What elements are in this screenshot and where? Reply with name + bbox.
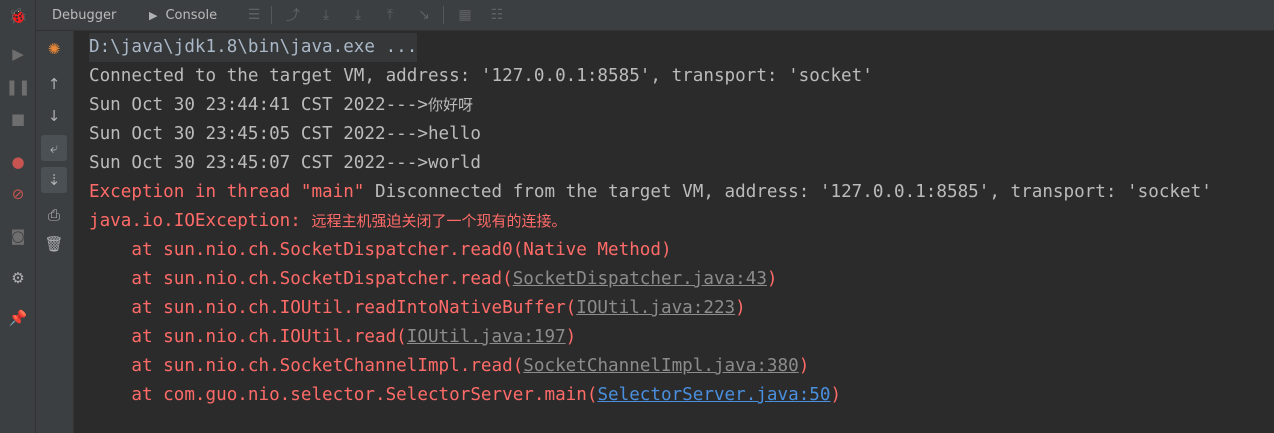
source-file-link[interactable]: IOUtil.java:197 [407, 327, 566, 347]
debug-tab-bar: Debugger ▶ Console ☰ ⤴ ⤓ ⤓ ⤒ ↘ ▦ ☷ [36, 0, 1274, 31]
stack-frame-close: ) [830, 385, 842, 405]
camera-icon[interactable]: ◙ [6, 224, 30, 248]
toolbar-separator [443, 6, 444, 24]
pin-icon[interactable]: 📌 [6, 306, 30, 330]
toolbar-separator [271, 6, 272, 24]
scroll-to-end-icon[interactable]: ⇣ [41, 167, 67, 193]
stack-trace-line: at com.guo.nio.selector.SelectorServer.m… [89, 381, 841, 410]
tab-debugger[interactable]: Debugger [52, 0, 116, 31]
ioexception-prefix: java.io.IOException: [89, 211, 312, 231]
up-arrow-icon[interactable]: ↑ [41, 71, 67, 97]
console-line-connected: Connected to the target VM, address: '12… [89, 66, 873, 86]
message-text: 你好呀 [427, 96, 473, 114]
show-execution-point-icon[interactable]: ⤴ [282, 4, 304, 26]
stack-frame-close: ) [798, 356, 810, 376]
step-out-icon[interactable]: ⤒ [379, 4, 401, 26]
stack-trace-line: at sun.nio.ch.SocketDispatcher.read(Sock… [89, 265, 778, 294]
console-line-message: Sun Oct 30 23:45:05 CST 2022--->hello [89, 124, 481, 144]
step-over-icon[interactable]: ⤓ [315, 4, 337, 26]
console-icon: ▶ [149, 9, 158, 22]
ioexception-message: 远程主机强迫关闭了一个现有的连接。 [311, 212, 567, 230]
stack-trace-line: at sun.nio.ch.SocketChannelImpl.read(Soc… [89, 352, 809, 381]
down-arrow-icon[interactable]: ↓ [41, 103, 67, 129]
console-line-message: Sun Oct 30 23:44:41 CST 2022--->你好呀 [89, 91, 473, 120]
trace-settings-icon[interactable]: ☷ [486, 4, 508, 26]
step-into-icon[interactable]: ⤓ [347, 4, 369, 26]
restart-debug-icon[interactable]: ✺ [41, 36, 67, 62]
tab-console-label: Console [165, 8, 218, 23]
stack-frame-text: at sun.nio.ch.IOUtil.read( [89, 327, 407, 347]
console-line-message: Sun Oct 30 23:45:07 CST 2022--->world [89, 153, 481, 173]
console-output[interactable]: D:\java\jdk1.8\bin\java.exe ... Connecte… [74, 31, 1274, 433]
view-breakpoints-icon[interactable]: ● [6, 150, 30, 174]
stack-frame-text: at sun.nio.ch.SocketChannelImpl.read( [89, 356, 524, 376]
soft-wrap-icon[interactable]: ⤶ [41, 135, 67, 161]
print-icon[interactable]: ⎙ [41, 202, 67, 228]
evaluate-expression-icon[interactable]: ▦ [454, 4, 476, 26]
mute-breakpoints-icon[interactable]: ⊘ [6, 182, 30, 206]
stack-frame-close: ) [766, 269, 778, 289]
source-file-link[interactable]: IOUtil.java:223 [576, 298, 735, 318]
source-file-link[interactable]: SocketChannelImpl.java:380 [523, 356, 798, 376]
pause-icon[interactable]: ❚❚ [5, 75, 30, 99]
stack-frame-text: at sun.nio.ch.SocketDispatcher.read( [89, 269, 513, 289]
stop-icon[interactable]: ■ [6, 107, 30, 131]
tab-debugger-label: Debugger [52, 8, 117, 23]
stack-frame-text: at sun.nio.ch.SocketDispatcher.read0(Nat… [89, 240, 672, 260]
console-command-line: D:\java\jdk1.8\bin\java.exe ... [89, 33, 418, 62]
stack-frame-text: at sun.nio.ch.IOUtil.readIntoNativeBuffe… [89, 298, 577, 318]
disconnected-message: Disconnected from the target VM, address… [375, 182, 1212, 202]
user-source-link[interactable]: SelectorServer.java:50 [597, 385, 830, 405]
tab-console[interactable]: ▶ Console [149, 0, 217, 31]
stack-trace-line: at sun.nio.ch.IOUtil.readIntoNativeBuffe… [89, 294, 746, 323]
stack-frame-text: at com.guo.nio.selector.SelectorServer.m… [89, 385, 598, 405]
trash-icon[interactable]: 🗑 [41, 231, 67, 257]
stack-trace-line: at sun.nio.ch.IOUtil.read(IOUtil.java:19… [89, 323, 576, 352]
stack-frame-close: ) [735, 298, 746, 318]
message-prefix: Sun Oct 30 23:44:41 CST 2022---> [89, 95, 428, 115]
bug-icon[interactable]: 🐞 [6, 4, 30, 28]
source-file-link[interactable]: SocketDispatcher.java:43 [513, 269, 767, 289]
run-to-cursor-icon[interactable]: ↘ [413, 4, 435, 26]
console-line-ioexception: java.io.IOException: 远程主机强迫关闭了一个现有的连接。 [89, 207, 566, 236]
console-line-exception: Exception in thread "main" Disconnected … [89, 178, 1212, 207]
exception-prefix: Exception in thread "main" [89, 182, 375, 202]
hamburger-menu-icon[interactable]: ☰ [243, 4, 265, 26]
debug-side-strip: 🐞 ▶ ❚❚ ■ ● ⊘ ◙ ⚙ 📌 [0, 0, 36, 433]
console-toolbar: ✺ ↑ ↓ ⤶ ⇣ ⎙ 🗑 [36, 31, 74, 433]
stack-frame-close: ) [565, 327, 577, 347]
stack-trace-line: at sun.nio.ch.SocketDispatcher.read0(Nat… [89, 236, 672, 265]
resume-program-icon[interactable]: ▶ [6, 42, 30, 66]
settings-gear-icon[interactable]: ⚙ [6, 266, 30, 290]
